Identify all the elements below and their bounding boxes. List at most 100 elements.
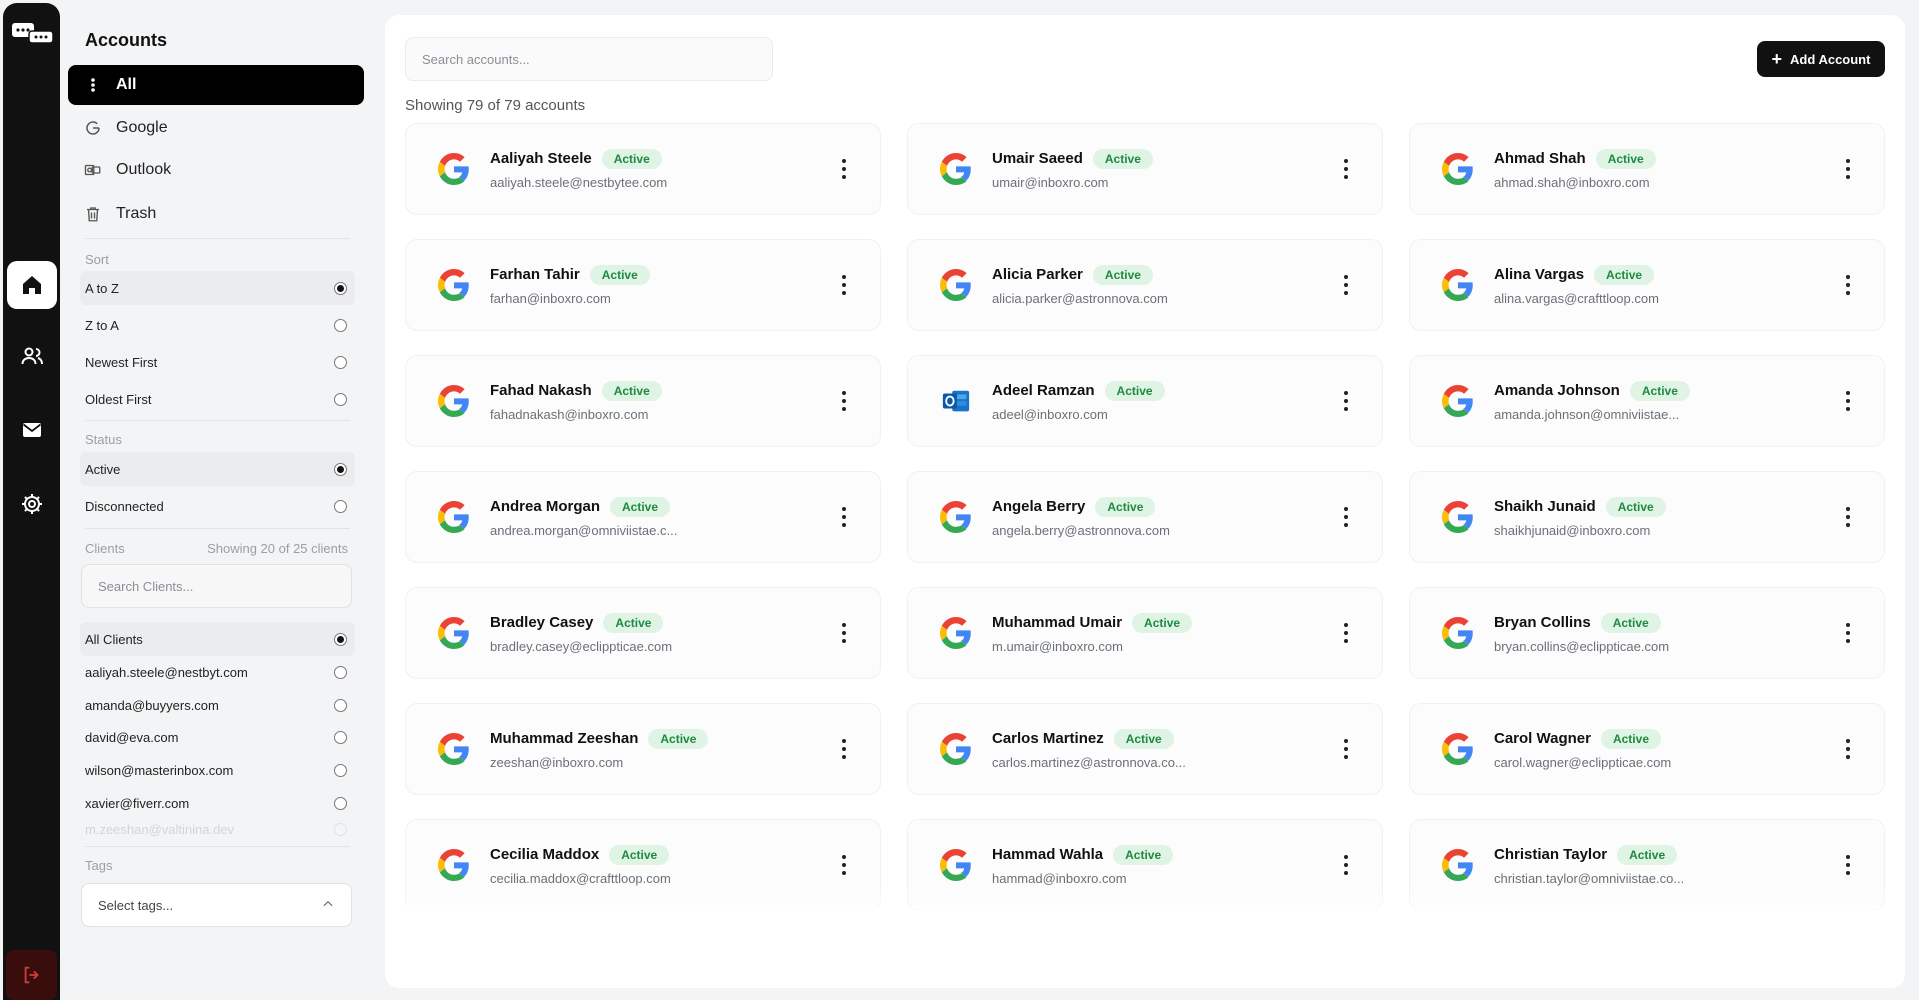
tags-select[interactable]: Select tags... xyxy=(81,883,352,927)
account-card[interactable]: Ahmad Shah Active ahmad.shah@inboxro.com xyxy=(1409,123,1885,215)
account-card[interactable]: Fahad Nakash Active fahadnakash@inboxro.… xyxy=(405,355,881,447)
status-option-active[interactable]: Active xyxy=(80,452,355,486)
sort-option-z-to-a[interactable]: Z to A xyxy=(80,308,355,342)
account-card[interactable]: Bryan Collins Active bryan.collins@eclip… xyxy=(1409,587,1885,679)
radio-button[interactable] xyxy=(334,392,347,406)
client-option[interactable]: m.zeeshan@valtinina.dev xyxy=(80,819,355,839)
status-badge: Active xyxy=(1617,844,1678,865)
more-options-icon[interactable] xyxy=(1340,503,1352,531)
icon-rail xyxy=(3,3,60,1000)
client-option[interactable]: xavier@fiverr.com xyxy=(80,786,355,820)
status-option-disconnected[interactable]: Disconnected xyxy=(80,489,355,523)
account-name: Amanda Johnson xyxy=(1494,382,1620,399)
more-options-icon[interactable] xyxy=(1340,735,1352,763)
mail-icon[interactable] xyxy=(7,406,57,454)
account-email: bradley.casey@eclippticae.com xyxy=(490,638,673,654)
nav-outlook[interactable]: Outlook xyxy=(68,150,364,190)
radio-button[interactable] xyxy=(334,665,347,679)
users-icon[interactable] xyxy=(7,332,57,380)
more-options-icon[interactable] xyxy=(1340,155,1352,183)
nav-google[interactable]: Google xyxy=(68,108,364,148)
sort-option-newest-first[interactable]: Newest First xyxy=(80,345,355,379)
option-label: m.zeeshan@valtinina.dev xyxy=(85,821,235,837)
google-icon xyxy=(436,151,472,187)
radio-button[interactable] xyxy=(334,281,347,295)
account-card[interactable]: Muhammad Umair Active m.umair@inboxro.co… xyxy=(907,587,1383,679)
logout-icon[interactable] xyxy=(6,950,57,1000)
more-options-icon[interactable] xyxy=(1340,851,1352,879)
account-card[interactable]: Angela Berry Active angela.berry@astronn… xyxy=(907,471,1383,563)
account-card[interactable]: Bradley Casey Active bradley.casey@eclip… xyxy=(405,587,881,679)
client-option-all[interactable]: All Clients xyxy=(80,622,355,656)
radio-button[interactable] xyxy=(334,632,347,646)
more-options-icon[interactable] xyxy=(1340,387,1352,415)
status-badge: Active xyxy=(603,612,664,633)
divider xyxy=(85,238,350,239)
radio-button[interactable] xyxy=(334,822,347,836)
account-email: ahmad.shah@inboxro.com xyxy=(1494,174,1650,190)
account-card[interactable]: Adeel Ramzan Active adeel@inboxro.com xyxy=(907,355,1383,447)
client-option[interactable]: amanda@buyyers.com xyxy=(80,688,355,722)
account-email: christian.taylor@omniviistae.co... xyxy=(1494,870,1685,886)
client-option[interactable]: aaliyah.steele@nestbyt.com xyxy=(80,655,355,689)
more-options-icon[interactable] xyxy=(1340,271,1352,299)
more-options-icon[interactable] xyxy=(838,387,850,415)
radio-button[interactable] xyxy=(334,698,347,712)
radio-button[interactable] xyxy=(334,462,347,476)
more-options-icon[interactable] xyxy=(1340,619,1352,647)
more-options-icon[interactable] xyxy=(1842,503,1854,531)
search-accounts-input[interactable]: Search accounts... xyxy=(405,37,773,81)
account-email: andrea.morgan@omniviistae.c... xyxy=(490,522,678,538)
account-card[interactable]: Alicia Parker Active alicia.parker@astro… xyxy=(907,239,1383,331)
more-options-icon[interactable] xyxy=(1842,851,1854,879)
nav-trash[interactable]: Trash xyxy=(68,194,364,234)
sort-option-a-to-z[interactable]: A to Z xyxy=(80,271,355,305)
status-badge: Active xyxy=(601,148,662,169)
more-options-icon[interactable] xyxy=(838,155,850,183)
account-card[interactable]: Shaikh Junaid Active shaikhjunaid@inboxr… xyxy=(1409,471,1885,563)
account-name: Farhan Tahir xyxy=(490,266,580,283)
home-icon[interactable] xyxy=(7,261,57,309)
account-email: shaikhjunaid@inboxro.com xyxy=(1494,522,1651,538)
nav-all[interactable]: All xyxy=(68,65,364,105)
google-icon xyxy=(436,267,472,303)
more-options-icon[interactable] xyxy=(838,271,850,299)
more-options-icon[interactable] xyxy=(1842,735,1854,763)
more-options-icon[interactable] xyxy=(1842,387,1854,415)
radio-button[interactable] xyxy=(334,796,347,810)
account-card[interactable]: Aaliyah Steele Active aaliyah.steele@nes… xyxy=(405,123,881,215)
client-option[interactable]: david@eva.com xyxy=(80,720,355,754)
account-email: umair@inboxro.com xyxy=(992,174,1109,190)
account-card[interactable]: Umair Saeed Active umair@inboxro.com xyxy=(907,123,1383,215)
radio-button[interactable] xyxy=(334,355,347,369)
account-name: Carlos Martinez xyxy=(992,730,1104,747)
account-card[interactable]: Andrea Morgan Active andrea.morgan@omniv… xyxy=(405,471,881,563)
account-card[interactable]: Amanda Johnson Active amanda.johnson@omn… xyxy=(1409,355,1885,447)
add-account-button[interactable]: + Add Account xyxy=(1757,41,1885,77)
settings-icon[interactable] xyxy=(7,480,57,528)
status-badge: Active xyxy=(589,264,650,285)
clients-search-input[interactable]: Search Clients... xyxy=(81,564,352,608)
account-email: alina.vargas@crafttloop.com xyxy=(1494,290,1659,306)
account-card[interactable]: Carlos Martinez Active carlos.martinez@a… xyxy=(907,703,1383,795)
account-card[interactable]: Farhan Tahir Active farhan@inboxro.com xyxy=(405,239,881,331)
more-options-icon[interactable] xyxy=(838,735,850,763)
radio-button[interactable] xyxy=(334,318,347,332)
accounts-grid: Aaliyah Steele Active aaliyah.steele@nes… xyxy=(405,123,1885,923)
account-card[interactable]: Carol Wagner Active carol.wagner@eclippt… xyxy=(1409,703,1885,795)
more-options-icon[interactable] xyxy=(1842,619,1854,647)
nav-label: Google xyxy=(116,119,168,136)
more-options-icon[interactable] xyxy=(1842,155,1854,183)
more-options-icon[interactable] xyxy=(838,503,850,531)
radio-button[interactable] xyxy=(334,763,347,777)
sort-option-oldest-first[interactable]: Oldest First xyxy=(80,382,355,416)
client-option[interactable]: wilson@masterinbox.com xyxy=(80,753,355,787)
google-icon xyxy=(938,731,974,767)
radio-button[interactable] xyxy=(334,730,347,744)
account-card[interactable]: Alina Vargas Active alina.vargas@crafttl… xyxy=(1409,239,1885,331)
more-options-icon[interactable] xyxy=(838,619,850,647)
radio-button[interactable] xyxy=(334,499,347,513)
account-card[interactable]: Muhammad Zeeshan Active zeeshan@inboxro.… xyxy=(405,703,881,795)
more-options-icon[interactable] xyxy=(838,851,850,879)
more-options-icon[interactable] xyxy=(1842,271,1854,299)
